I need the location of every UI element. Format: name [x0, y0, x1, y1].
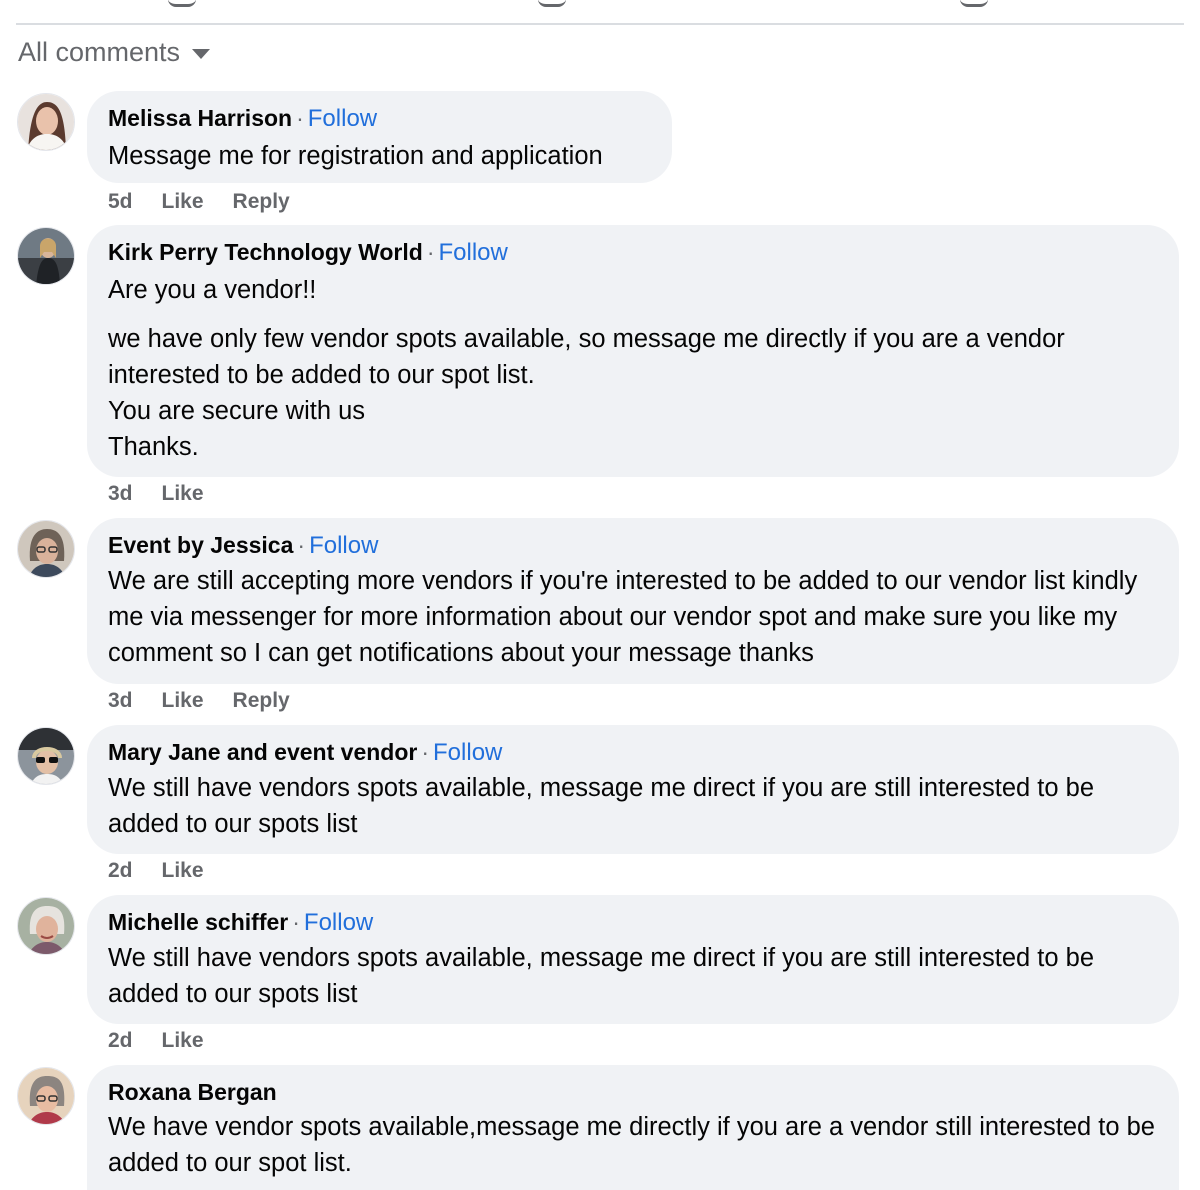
comment-text: Are you a vendor!!	[108, 276, 317, 304]
comment-author[interactable]: Roxana Bergan	[108, 1079, 277, 1105]
caret-down-icon	[192, 49, 211, 59]
reply-button[interactable]: Reply	[233, 187, 290, 217]
share-action-icon[interactable]	[960, 0, 988, 7]
comment-text: We have vendor spots available,message m…	[108, 1113, 1155, 1177]
comment-actions: 2d Like	[108, 856, 204, 886]
avatar[interactable]	[17, 93, 75, 151]
comment-author[interactable]: Event by Jessica	[108, 532, 293, 558]
comment-text: We are still accepting more vendors if y…	[108, 567, 1138, 667]
comment-bubble: Michelle schiffer · Follow We still have v…	[87, 895, 1179, 1024]
comment-actions: 5d Like Reply	[108, 187, 290, 217]
comment-bubble: Event by Jessica · Follow We are still acc…	[87, 518, 1179, 684]
avatar[interactable]	[17, 1067, 75, 1125]
like-action-icon[interactable]	[168, 0, 196, 7]
follow-button[interactable]: Follow	[304, 909, 373, 936]
comment-actions: 3d Like Reply	[108, 686, 290, 716]
comment-actions: 2d Like	[108, 1026, 204, 1056]
comment-bubble: Melissa Harrison · Follow Message me for r…	[87, 91, 672, 183]
comment-bubble: Mary Jane and event vendor · Follow We sti…	[87, 725, 1179, 854]
comment-bubble: Kirk Perry Technology World · Follow Are y…	[87, 225, 1179, 477]
like-button[interactable]: Like	[162, 479, 204, 509]
comment-action-icon[interactable]	[538, 0, 566, 7]
comment-author[interactable]: Melissa Harrison	[108, 105, 292, 131]
comment-timestamp[interactable]: 3d	[108, 479, 133, 509]
follow-button[interactable]: Follow	[308, 105, 377, 132]
avatar[interactable]	[17, 520, 75, 578]
comment-author[interactable]: Kirk Perry Technology World	[108, 239, 423, 265]
like-button[interactable]: Like	[162, 686, 204, 716]
comment-timestamp[interactable]: 2d	[108, 856, 133, 886]
comment-text: Thanks.	[108, 433, 199, 461]
follow-button[interactable]: Follow	[433, 739, 502, 766]
avatar[interactable]	[17, 897, 75, 955]
like-button[interactable]: Like	[162, 1026, 204, 1056]
comment-author[interactable]: Michelle schiffer	[108, 909, 288, 935]
follow-button[interactable]: Follow	[309, 532, 378, 559]
follow-button[interactable]: Follow	[439, 239, 508, 266]
top-action-bar	[0, 0, 1200, 25]
comment-text: we have only few vendor spots available,…	[108, 325, 1065, 389]
comment-timestamp[interactable]: 5d	[108, 187, 133, 217]
comment-text: We still have vendors spots available, m…	[108, 944, 1095, 1008]
avatar[interactable]	[17, 727, 75, 785]
comment-text: We still have vendors spots available, m…	[108, 774, 1095, 838]
reply-button[interactable]: Reply	[233, 686, 290, 716]
like-button[interactable]: Like	[162, 187, 204, 217]
comments-filter-dropdown[interactable]: All comments	[18, 34, 211, 70]
comment-bubble: Roxana Bergan We have vendor spots avail…	[87, 1065, 1179, 1190]
comment-timestamp[interactable]: 2d	[108, 1026, 133, 1056]
comment-actions: 3d Like	[108, 479, 204, 509]
comment-author[interactable]: Mary Jane and event vendor	[108, 739, 417, 765]
comment-text: You are secure with us	[108, 397, 366, 425]
divider	[16, 23, 1184, 25]
comment-timestamp[interactable]: 3d	[108, 686, 133, 716]
like-button[interactable]: Like	[162, 856, 204, 886]
avatar[interactable]	[17, 227, 75, 285]
comment-text: Message me for registration and applicat…	[108, 142, 603, 170]
comments-filter-label: All comments	[18, 36, 181, 67]
